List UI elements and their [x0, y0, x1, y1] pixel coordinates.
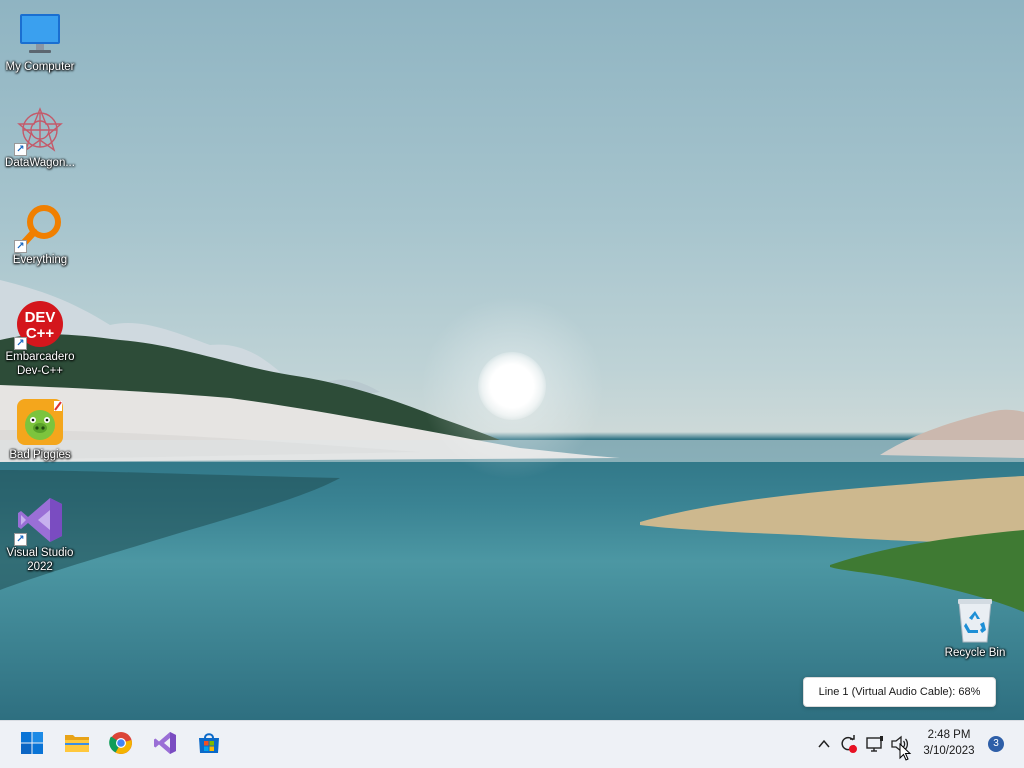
volume-tray-icon[interactable]: [889, 733, 912, 761]
recycle-bin-icon: [951, 596, 999, 644]
network-monitor-icon: [866, 736, 883, 752]
desktop-icon-datawagon[interactable]: ↗ DataWagon...: [0, 106, 80, 170]
desktop-icon-my-computer[interactable]: My Computer: [0, 10, 80, 74]
devcpp-icon: DEV C++ ↗: [14, 300, 64, 350]
microsoft-store-button[interactable]: [192, 728, 226, 762]
chrome-button[interactable]: [104, 728, 138, 762]
start-button[interactable]: [15, 728, 49, 762]
desktop-icon-label: Embarcadero Dev-C++: [5, 351, 75, 377]
sync-icon: [841, 735, 857, 753]
visual-studio-icon: ↗: [14, 496, 64, 546]
taskbar: [0, 720, 1024, 768]
desktop-icon-dev-cpp[interactable]: DEV C++ ↗ Embarcadero Dev-C++: [0, 300, 80, 378]
shortcut-arrow-icon: ↗: [14, 143, 27, 156]
desktop-icon-label: Everything: [12, 254, 68, 266]
show-hidden-icons-chevron[interactable]: [813, 733, 835, 755]
desktop-wallpaper: [0, 0, 1024, 720]
system-clock[interactable]: 2:48 PM 3/10/2023: [916, 727, 982, 759]
bad-piggies-icon: [16, 398, 64, 446]
visual-studio-icon: [153, 731, 177, 760]
chrome-icon: [109, 731, 133, 760]
datawagon-icon: ↗: [14, 106, 64, 156]
volume-tooltip: Line 1 (Virtual Audio Cable): 68%: [803, 677, 996, 707]
mouse-cursor-icon: [899, 743, 912, 761]
file-explorer-button[interactable]: [60, 728, 94, 762]
notification-badge[interactable]: 3: [988, 736, 1004, 752]
monitor-icon: [16, 10, 64, 58]
windows-logo-icon: [21, 731, 43, 759]
clock-date: 3/10/2023: [923, 745, 975, 757]
store-icon: [197, 731, 221, 760]
visual-studio-button[interactable]: [148, 728, 182, 762]
update-tray-icon[interactable]: [837, 733, 859, 755]
desktop-icon-everything[interactable]: ↗ Everything: [0, 203, 80, 267]
everything-search-icon: ↗: [14, 203, 64, 253]
network-tray-icon[interactable]: [864, 733, 886, 755]
shortcut-arrow-icon: ↗: [14, 240, 27, 253]
clock-time: 2:48 PM: [927, 729, 971, 741]
desktop-icon-bad-piggies[interactable]: Bad Piggies: [0, 398, 80, 462]
desktop-icon-label: My Computer: [5, 61, 75, 73]
chevron-up-icon: [818, 739, 830, 748]
svg-text:DEV: DEV: [25, 309, 56, 326]
desktop-icon-recycle-bin[interactable]: Recycle Bin: [935, 596, 1015, 660]
desktop-icon-label: Recycle Bin: [944, 647, 1006, 659]
sun: [478, 352, 546, 420]
svg-text:C++: C++: [26, 325, 55, 342]
desktop-icon-visual-studio[interactable]: ↗ Visual Studio 2022: [0, 496, 80, 574]
folder-icon: [64, 732, 90, 759]
shortcut-arrow-icon: ↗: [14, 533, 27, 546]
desktop-icon-label: Visual Studio 2022: [6, 547, 74, 573]
desktop-icon-label: Bad Piggies: [9, 449, 71, 461]
shortcut-arrow-icon: ↗: [14, 337, 27, 350]
desktop-icon-label: DataWagon...: [5, 157, 75, 169]
